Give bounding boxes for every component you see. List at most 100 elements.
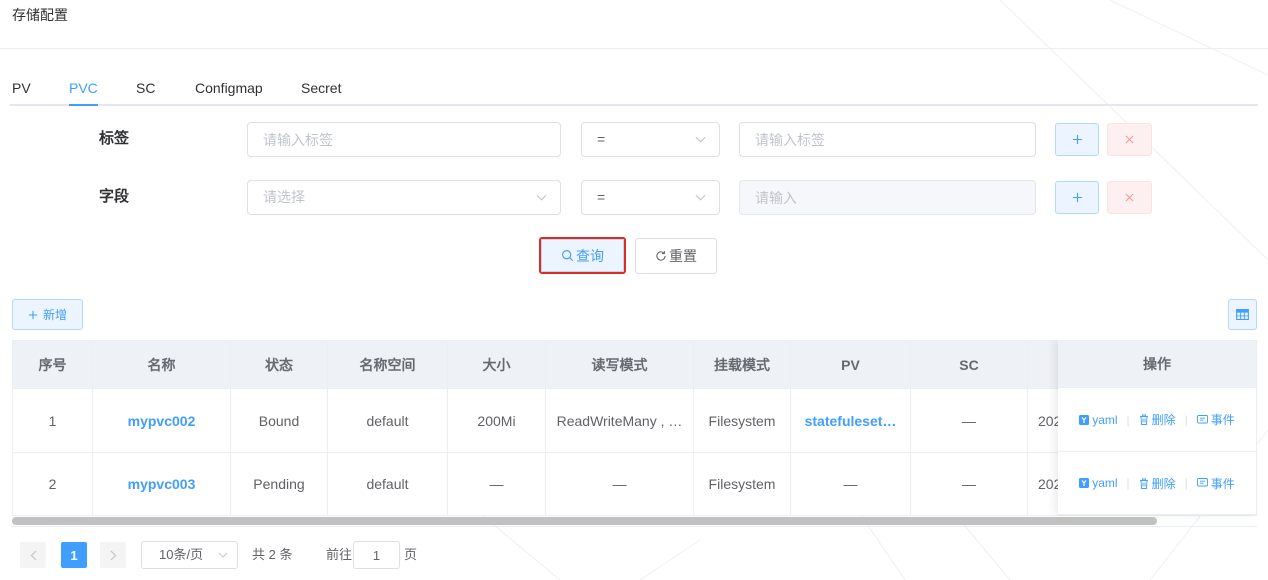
events-action-label: 事件 — [1210, 476, 1235, 491]
row-actions: yaml | 删除 | 事件 — [1058, 452, 1257, 515]
refresh-icon — [655, 250, 667, 262]
table-bottom-border — [12, 526, 1257, 527]
query-button-label: 查询 — [576, 247, 604, 264]
search-icon — [561, 249, 574, 262]
pagination-prev-button[interactable] — [20, 542, 46, 568]
pagination-goto-prefix: 前往 — [326, 547, 353, 562]
plus-icon — [28, 310, 38, 320]
cell-namespace: default — [327, 452, 448, 516]
pvc-table: 序号 名称 状态 名称空间 大小 读写模式 挂载模式 PV SC 1 mypvc… — [12, 340, 1257, 527]
cell-name: mypvc003 — [92, 452, 231, 516]
action-separator: | — [1126, 476, 1130, 490]
label-add-button[interactable] — [1055, 123, 1099, 156]
tab-bar-divider — [10, 104, 1258, 106]
pagination-total: 共 2 条 — [252, 547, 293, 562]
yaml-action[interactable]: yaml — [1079, 412, 1118, 427]
column-header-namespace: 名称空间 — [327, 340, 448, 389]
field-key-placeholder: 请选择 — [263, 189, 305, 205]
column-header-name: 名称 — [92, 340, 231, 389]
delete-action[interactable]: 删除 — [1139, 475, 1176, 492]
field-remove-button[interactable] — [1107, 181, 1152, 214]
events-action[interactable]: 事件 — [1196, 411, 1235, 428]
add-pvc-button[interactable]: 新增 — [12, 299, 83, 330]
yaml-icon — [1079, 414, 1090, 425]
cell-pv: — — [790, 452, 911, 516]
reset-button-label: 重置 — [669, 248, 697, 264]
cell-namespace: default — [327, 388, 448, 453]
column-settings-button[interactable] — [1228, 299, 1257, 330]
tab-secret[interactable]: Secret — [301, 78, 341, 98]
tab-configmap[interactable]: Configmap — [195, 78, 263, 98]
message-icon — [1196, 414, 1208, 423]
events-action-label: 事件 — [1210, 413, 1235, 427]
pagination-page-1[interactable]: 1 — [61, 542, 87, 568]
action-separator: | — [1184, 412, 1188, 427]
title-divider — [0, 48, 1268, 49]
cell-status: Bound — [230, 388, 328, 453]
label-operator-value: = — [597, 131, 606, 147]
page-title: 存储配置 — [12, 7, 68, 23]
add-button-label: 新增 — [42, 308, 67, 322]
plus-icon — [1072, 134, 1082, 145]
action-separator: | — [1126, 412, 1130, 427]
table-columns-icon — [1236, 309, 1249, 320]
label-filter-title: 标签 — [99, 130, 130, 147]
delete-action-label: 删除 — [1151, 413, 1176, 427]
yaml-icon — [1079, 478, 1090, 488]
label-key-input[interactable] — [247, 122, 561, 157]
pv-link[interactable]: statefuleset… — [805, 413, 897, 429]
chevron-right-icon — [110, 550, 116, 560]
trash-icon — [1139, 478, 1148, 489]
events-action[interactable]: 事件 — [1196, 475, 1235, 492]
pvc-name-link[interactable]: mypvc003 — [128, 476, 196, 492]
label-remove-button[interactable] — [1107, 123, 1152, 156]
column-header-volume-mode: 挂载模式 — [693, 340, 791, 389]
label-operator-select[interactable]: = — [581, 122, 720, 157]
query-highlight-box: 查询 — [539, 237, 626, 274]
column-header-actions: 操作 — [1058, 340, 1257, 388]
row-actions: yaml | 删除 | 事件 — [1058, 388, 1257, 452]
plus-icon — [1072, 192, 1082, 203]
chevron-down-icon — [218, 552, 228, 558]
table-horizontal-scrollbar[interactable] — [12, 516, 1257, 526]
cell-size: 200Mi — [447, 388, 546, 453]
yaml-action[interactable]: yaml — [1079, 476, 1118, 490]
chevron-down-icon — [695, 136, 706, 143]
query-button[interactable]: 查询 — [541, 239, 624, 272]
field-filter-title: 字段 — [99, 188, 130, 205]
close-icon — [1125, 135, 1134, 144]
cell-index: 1 — [12, 388, 93, 453]
yaml-action-label: yaml — [1092, 476, 1118, 490]
column-header-sc: SC — [910, 340, 1028, 389]
field-value-input[interactable] — [739, 180, 1036, 215]
column-header-access-mode: 读写模式 — [545, 340, 694, 389]
cell-volume-mode: Filesystem — [693, 388, 791, 453]
field-add-button[interactable] — [1055, 181, 1099, 214]
field-operator-value: = — [597, 189, 606, 205]
cell-index: 2 — [12, 452, 93, 516]
pvc-name-link[interactable]: mypvc002 — [128, 413, 196, 429]
tab-pvc[interactable]: PVC — [69, 78, 98, 98]
tab-active-indicator — [69, 104, 98, 106]
scrollbar-thumb[interactable] — [12, 517, 1157, 525]
tab-pv[interactable]: PV — [12, 78, 31, 98]
pagination-goto-input[interactable] — [353, 541, 400, 569]
field-operator-select[interactable]: = — [581, 180, 720, 215]
label-value-input[interactable] — [739, 122, 1036, 157]
page-size-select[interactable]: 10条/页 — [141, 541, 238, 569]
action-separator: | — [1184, 476, 1188, 490]
delete-action[interactable]: 删除 — [1139, 411, 1176, 428]
close-icon — [1125, 193, 1134, 202]
field-key-select[interactable]: 请选择 — [247, 180, 561, 215]
cell-access-mode: — — [545, 452, 694, 516]
pagination-next-button[interactable] — [100, 542, 126, 568]
tab-sc[interactable]: SC — [136, 78, 155, 98]
column-header-status: 状态 — [230, 340, 328, 389]
page-size-value: 10条/页 — [159, 547, 204, 562]
chevron-down-icon — [536, 194, 547, 201]
pagination-goto-suffix: 页 — [404, 547, 418, 562]
reset-button[interactable]: 重置 — [635, 238, 717, 274]
cell-name: mypvc002 — [92, 388, 231, 453]
cell-status: Pending — [230, 452, 328, 516]
yaml-action-label: yaml — [1092, 412, 1118, 427]
